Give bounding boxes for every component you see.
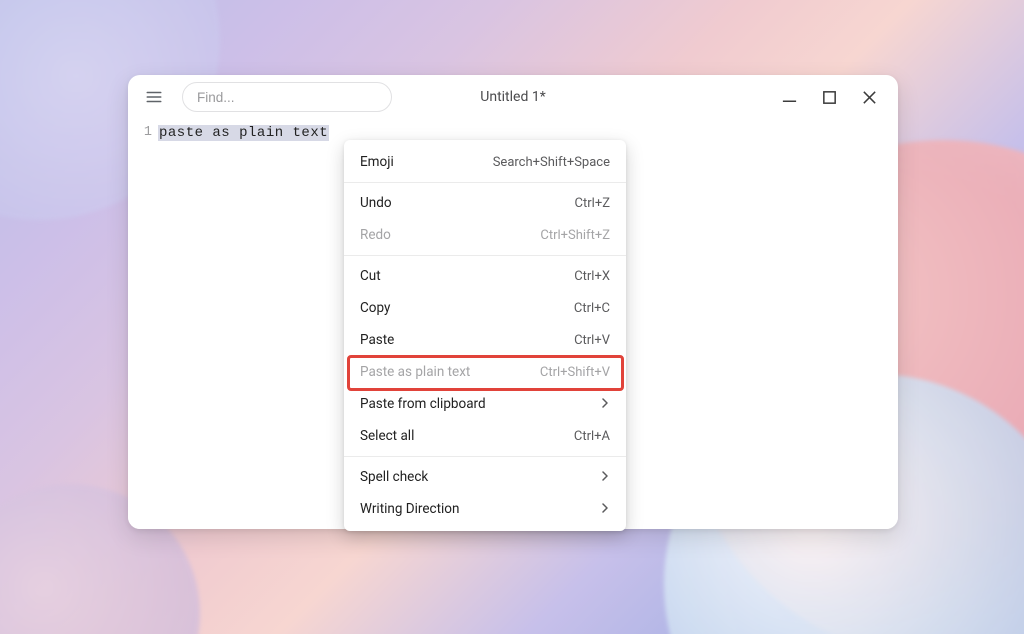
menu-shortcut: Ctrl+A: [574, 429, 610, 444]
menu-shortcut: Ctrl+Shift+Z: [540, 228, 610, 243]
menu-icon[interactable]: [140, 83, 168, 111]
menu-shortcut: Search+Shift+Space: [493, 155, 610, 170]
menu-label: Cut: [360, 268, 381, 284]
menu-select-all[interactable]: Select all Ctrl+A: [344, 420, 626, 452]
menu-shortcut: Ctrl+X: [574, 269, 610, 284]
menu-cut[interactable]: Cut Ctrl+X: [344, 260, 626, 292]
find-input[interactable]: [197, 90, 377, 105]
menu-label: Copy: [360, 300, 390, 316]
menu-emoji[interactable]: Emoji Search+Shift+Space: [344, 146, 626, 178]
menu-shortcut: Ctrl+Z: [575, 196, 610, 211]
menu-label: Writing Direction: [360, 501, 459, 517]
maximize-button[interactable]: [820, 88, 838, 106]
menu-shortcut: Ctrl+Shift+V: [540, 365, 610, 380]
menu-paste-plain: Paste as plain text Ctrl+Shift+V: [344, 356, 626, 388]
minimize-button[interactable]: [780, 88, 798, 106]
menu-separator: [344, 182, 626, 183]
menu-shortcut: Ctrl+C: [574, 301, 610, 316]
chevron-right-icon: [600, 501, 610, 517]
line-number: 1: [128, 125, 152, 140]
menu-paste[interactable]: Paste Ctrl+V: [344, 324, 626, 356]
context-menu: Emoji Search+Shift+Space Undo Ctrl+Z Red…: [344, 140, 626, 531]
menu-redo: Redo Ctrl+Shift+Z: [344, 219, 626, 251]
titlebar: Untitled 1*: [128, 75, 898, 119]
menu-separator: [344, 255, 626, 256]
menu-shortcut: Ctrl+V: [574, 333, 610, 348]
menu-separator: [344, 456, 626, 457]
selected-text[interactable]: paste as plain text: [158, 125, 329, 141]
menu-spell-check[interactable]: Spell check: [344, 461, 626, 493]
menu-paste-clipboard[interactable]: Paste from clipboard: [344, 388, 626, 420]
menu-label: Paste from clipboard: [360, 396, 486, 412]
find-field[interactable]: [182, 82, 392, 112]
menu-label: Emoji: [360, 154, 394, 170]
menu-label: Redo: [360, 227, 391, 243]
menu-copy[interactable]: Copy Ctrl+C: [344, 292, 626, 324]
menu-label: Select all: [360, 428, 414, 444]
window-controls: [780, 88, 886, 106]
menu-label: Undo: [360, 195, 392, 211]
menu-writing-direction[interactable]: Writing Direction: [344, 493, 626, 525]
close-button[interactable]: [860, 88, 878, 106]
chevron-right-icon: [600, 396, 610, 412]
menu-label: Spell check: [360, 469, 428, 485]
menu-undo[interactable]: Undo Ctrl+Z: [344, 187, 626, 219]
menu-label: Paste: [360, 332, 394, 348]
line-gutter: 1: [128, 119, 158, 529]
chevron-right-icon: [600, 469, 610, 485]
menu-label: Paste as plain text: [360, 364, 470, 380]
